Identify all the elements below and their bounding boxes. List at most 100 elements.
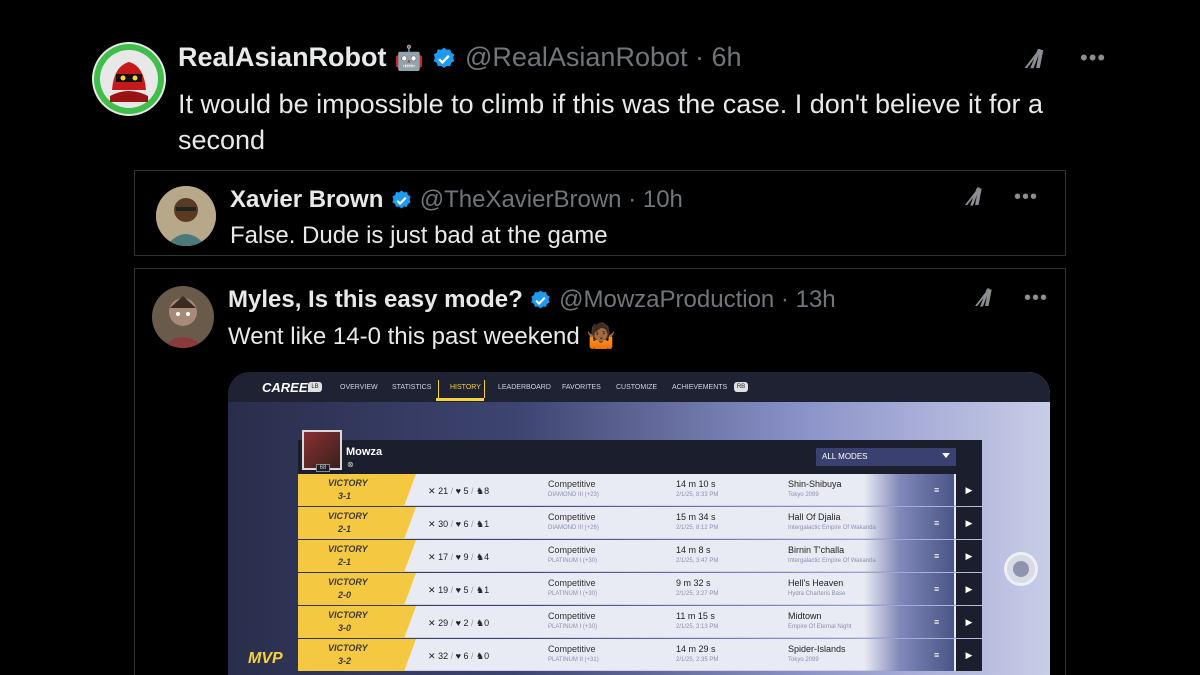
details-list-icon[interactable]: ≡ [934,518,939,528]
match-date: 2/1/25, 8:33 PM [676,492,719,498]
main-tweet-time[interactable]: · 6h [695,42,742,72]
play-replay-icon[interactable]: ▶ [956,573,982,605]
deaths-value: 6 [463,519,469,529]
match-duration: 9 m 32 s [676,578,711,588]
match-result: VICTORY [328,610,368,620]
map-name: Spider-Islands [788,644,846,654]
tab-leaderboard[interactable]: LEADERBOARD [498,384,551,391]
more-icon[interactable]: ••• [1080,45,1106,71]
play-replay-icon[interactable]: ▶ [956,507,982,539]
map-name: Midtown [788,611,822,621]
match-date: 2/1/25, 3:47 PM [676,558,719,564]
match-rank: PLATINUM II (+31) [548,657,599,663]
player-name: Mowza [346,446,383,458]
kda-stats: ✕ 29 / ♥ 2 / ♞0 [428,618,490,628]
deaths-icon: ♥ [455,486,461,496]
match-mode: Competitive [548,578,596,588]
kills-value: 32 [438,651,449,661]
mode-filter-dropdown[interactable]: ALL MODES [816,448,956,466]
match-score: 2-1 [338,524,352,534]
kda-stats: ✕ 19 / ♥ 5 / ♞1 [428,585,490,595]
tab-statistics[interactable]: STATISTICS [392,384,431,391]
quote-2-author-name[interactable]: Myles, Is this easy mode? [228,286,523,313]
play-replay-icon[interactable]: ▶ [956,639,982,671]
match-duration: 14 m 29 s [676,644,716,654]
assists-icon: ♞ [476,618,485,628]
match-row[interactable]: VICTORY 3-2 ✕ 32 / ♥ 6 / ♞0 Competitive PLAT… [298,639,982,671]
map-region: Tokyo 2099 [788,492,819,498]
main-tweet-avatar[interactable] [92,42,166,116]
quote-1-time[interactable]: · 10h [628,186,683,213]
match-row[interactable]: VICTORY 2-1 ✕ 17 / ♥ 9 / ♞4 Competitive PLAT… [298,540,982,572]
assists-value: 0 [484,651,490,661]
play-replay-icon[interactable]: ▶ [956,540,982,572]
more-icon[interactable]: ••• [1014,186,1038,209]
match-rank: DIAMOND III (+26) [548,525,599,531]
tab-achievements[interactable]: ACHIEVEMENTS [672,384,727,391]
result-cell: VICTORY 3-0 [298,606,416,638]
tab-divider [484,380,485,398]
map-thumbnail [864,639,954,671]
tab-customize[interactable]: CUSTOMIZE [616,384,657,391]
match-rank: PLATINUM I (+30) [548,591,598,597]
tab-favorites[interactable]: FAVORITES [562,384,601,391]
match-row[interactable]: VICTORY 3-0 ✕ 29 / ♥ 2 / ♞0 Competitive PLAT… [298,606,982,638]
assists-value: 8 [484,486,490,496]
main-tweet-author-name[interactable]: RealAsianRobot [178,42,387,72]
match-date: 2/1/25, 3:13 PM [676,624,719,630]
kills-icon: ✕ [428,486,436,496]
main-tweet-handle[interactable]: @RealAsianRobot [465,42,688,72]
player-level-badge: 68 [316,464,330,472]
home-button-inner [1013,561,1029,577]
assists-icon: ♞ [476,585,485,595]
kills-icon: ✕ [428,519,436,529]
quote-2-avatar[interactable] [152,286,214,348]
map-name: Hall Of Djalia [788,512,841,522]
quote-1-handle[interactable]: @TheXavierBrown [420,186,622,213]
home-button[interactable] [1004,552,1038,586]
grok-icon[interactable]: ⁄/I [980,285,991,313]
quote-1-author-name[interactable]: Xavier Brown [230,186,383,213]
kills-value: 30 [438,519,449,529]
quote-2-handle[interactable]: @MowzaProduction [559,286,774,313]
details-list-icon[interactable]: ≡ [934,551,939,561]
grok-icon[interactable]: ⁄/I [970,184,981,212]
kills-icon: ✕ [428,651,436,661]
xbox-icon: ⊗ [347,460,354,469]
match-result: VICTORY [328,544,368,554]
match-duration: 11 m 15 s [676,611,715,621]
quote-2-text: Went like 14-0 this past weekend 🤷🏾 [228,323,617,350]
play-replay-icon[interactable]: ▶ [956,474,982,506]
lb-button-icon: LB [308,382,322,392]
match-row[interactable]: VICTORY 2-1 ✕ 30 / ♥ 6 / ♞1 Competitive DIAM… [298,507,982,539]
quote-1-avatar[interactable] [156,186,216,246]
more-icon[interactable]: ••• [1024,287,1048,310]
details-list-icon[interactable]: ≡ [934,617,939,627]
map-thumbnail [864,573,954,605]
character-avatar-image [152,286,214,348]
match-date: 2/1/25, 8:12 PM [676,525,719,531]
match-row[interactable]: VICTORY 2-0 ✕ 19 / ♥ 5 / ♞1 Competitive PLAT… [298,573,982,605]
main-tweet-header: RealAsianRobot 🤖 @RealAsianRobot · 6h [178,42,742,73]
map-region: Intergalactic Empire Of Wakanda [788,525,876,531]
tab-overview[interactable]: OVERVIEW [340,384,378,391]
mvp-badge: MVP [248,650,283,667]
match-mode: Competitive [548,512,596,522]
play-replay-icon[interactable]: ▶ [956,606,982,638]
deaths-value: 6 [463,651,469,661]
match-result: VICTORY [328,478,368,488]
details-list-icon[interactable]: ≡ [934,584,939,594]
robot-avatar-image [94,44,164,114]
result-cell: VICTORY 3-2 [298,639,416,671]
match-rank: PLATINUM I (+30) [548,558,598,564]
match-mode: Competitive [548,479,596,489]
details-list-icon[interactable]: ≡ [934,485,939,495]
tab-history[interactable]: HISTORY [450,384,481,391]
deaths-value: 9 [463,552,469,562]
quote-2-time[interactable]: · 13h [781,286,836,313]
grok-icon[interactable]: ⁄/I [1030,44,1043,75]
match-row[interactable]: VICTORY 3-1 ✕ 21 / ♥ 5 / ♞8 Competitive DIAM… [298,474,982,506]
details-list-icon[interactable]: ≡ [934,650,939,660]
robot-emoji: 🤖 [394,45,424,72]
game-screenshot[interactable]: CAREER LB OVERVIEW STATISTICS HISTORY LE… [228,372,1050,675]
